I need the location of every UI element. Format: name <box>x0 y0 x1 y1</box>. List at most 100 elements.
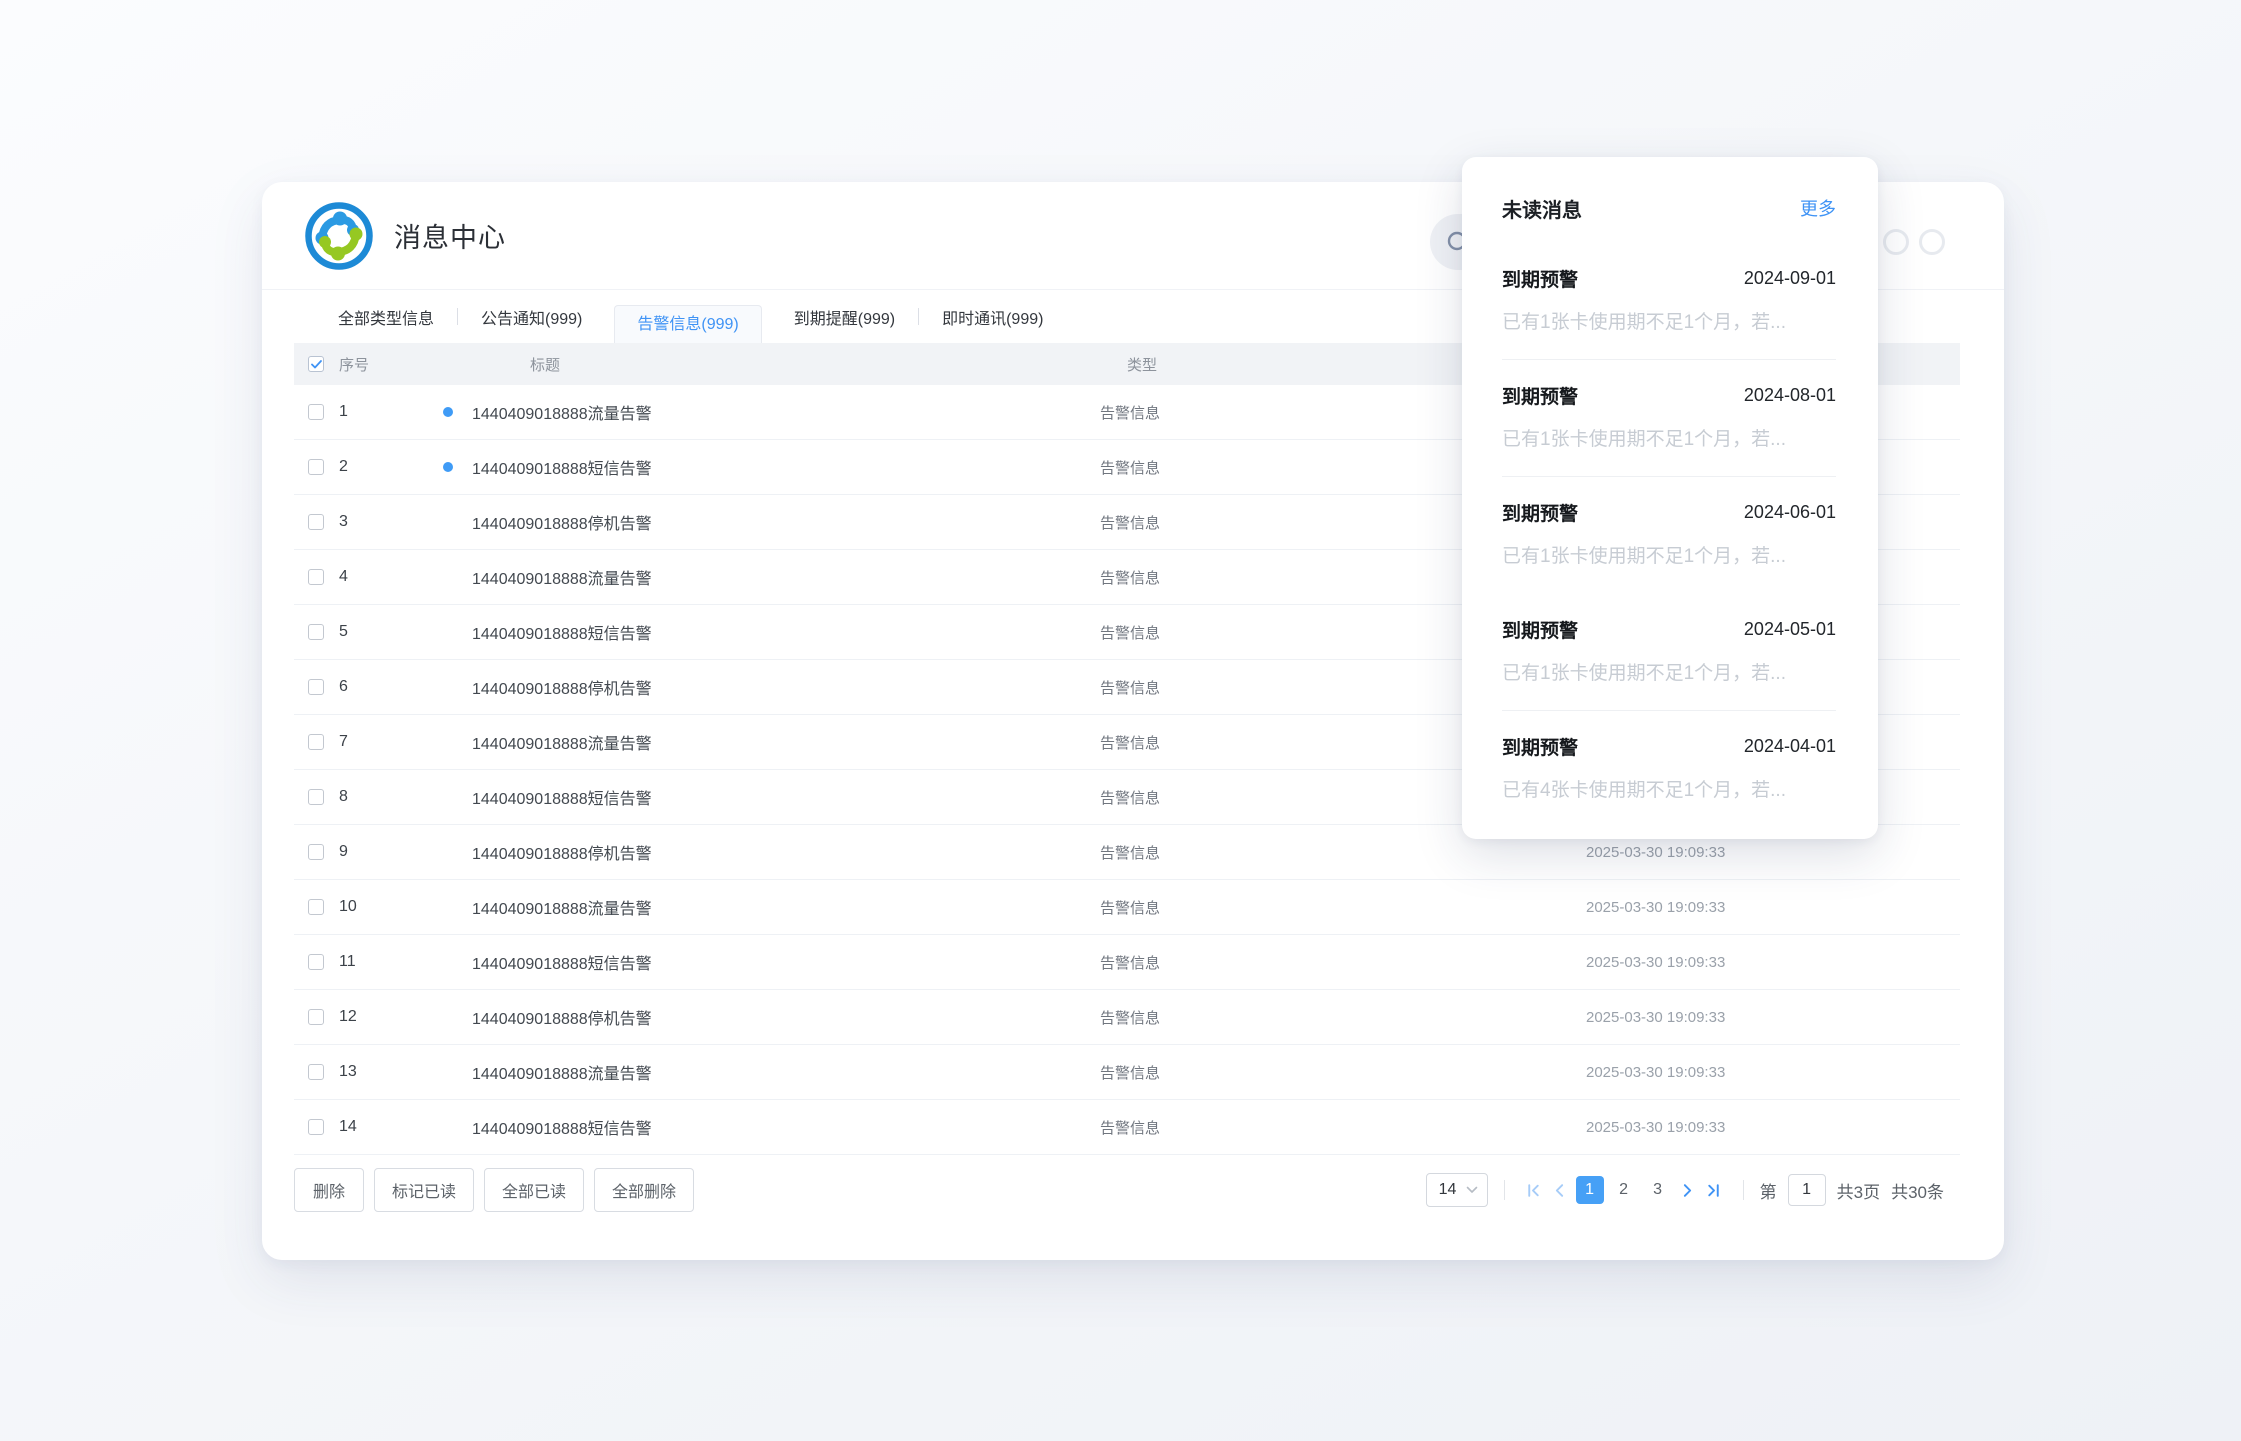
chevron-left-icon <box>1551 1182 1568 1199</box>
chevron-down-icon <box>1466 1186 1478 1194</box>
header-icon-button-1[interactable] <box>1883 229 1909 255</box>
message-title: 1440409018888停机告警 <box>472 675 652 699</box>
message-type: 告警信息 <box>1100 952 1586 973</box>
row-checkbox[interactable] <box>308 844 324 860</box>
message-time: 2025-03-30 19:09:33 <box>1586 1064 1960 1081</box>
message-title: 1440409018888停机告警 <box>472 1005 652 1029</box>
row-checkbox[interactable] <box>308 1009 324 1025</box>
row-checkbox[interactable] <box>308 459 324 475</box>
popup-message-item[interactable]: 到期预警 2024-09-01 已有1张卡使用期不足1个月，若... <box>1502 243 1836 360</box>
message-title: 1440409018888流量告警 <box>472 1060 652 1084</box>
popup-item-title: 到期预警 <box>1502 499 1578 526</box>
desktop-background: 消息中心 全部类型信息 公告通知(999) 告警信息(999) 到期提醒(999… <box>0 0 2241 1441</box>
delete-all-button[interactable]: 全部删除 <box>594 1168 694 1212</box>
pagination: 14 1 2 <box>1426 1173 1944 1207</box>
message-title: 1440409018888停机告警 <box>472 840 652 864</box>
prev-page-button[interactable] <box>1547 1176 1573 1204</box>
message-type: 告警信息 <box>1100 1062 1586 1083</box>
tab-instant-messages[interactable]: 即时通讯(999) <box>922 305 1063 329</box>
column-header-title: 标题 <box>443 354 1100 375</box>
message-title: 1440409018888短信告警 <box>472 455 652 479</box>
page-size-select[interactable]: 14 <box>1426 1173 1488 1207</box>
page-number-2[interactable]: 2 <box>1610 1176 1638 1204</box>
delete-button[interactable]: 删除 <box>294 1168 364 1212</box>
message-type: 告警信息 <box>1100 842 1586 863</box>
tab-all-types[interactable]: 全部类型信息 <box>318 305 454 329</box>
tab-announcements[interactable]: 公告通知(999) <box>461 305 602 329</box>
first-page-button[interactable] <box>1521 1176 1547 1204</box>
first-page-icon <box>1525 1182 1542 1199</box>
row-checkbox[interactable] <box>308 734 324 750</box>
row-index: 14 <box>339 1118 357 1136</box>
row-index: 10 <box>339 898 357 916</box>
message-title: 1440409018888短信告警 <box>472 1115 652 1139</box>
page-number-1[interactable]: 1 <box>1576 1176 1604 1204</box>
total-items-label: 共30条 <box>1891 1178 1944 1203</box>
row-index: 8 <box>339 788 348 806</box>
header-icon-button-2[interactable] <box>1919 229 1945 255</box>
message-title: 1440409018888流量告警 <box>472 400 652 424</box>
popup-item-date: 2024-04-01 <box>1744 736 1836 757</box>
row-index: 2 <box>339 458 348 476</box>
more-link[interactable]: 更多 <box>1800 195 1836 221</box>
popup-message-item[interactable]: 到期预警 2024-08-01 已有1张卡使用期不足1个月，若... <box>1502 360 1836 477</box>
popup-item-body: 已有1张卡使用期不足1个月，若... <box>1502 658 1836 685</box>
tab-alarm-messages[interactable]: 告警信息(999) <box>614 305 761 343</box>
row-index: 1 <box>339 403 348 421</box>
message-time: 2025-03-30 19:09:33 <box>1586 1119 1960 1136</box>
popup-item-date: 2024-09-01 <box>1744 268 1836 289</box>
tab-expiry-reminders[interactable]: 到期提醒(999) <box>774 305 915 329</box>
popup-item-title: 到期预警 <box>1502 382 1578 409</box>
jump-page-input[interactable]: 1 <box>1788 1174 1826 1206</box>
last-page-icon <box>1705 1182 1722 1199</box>
message-type: 告警信息 <box>1100 897 1586 918</box>
table-row[interactable]: 10 1440409018888流量告警 告警信息 2025-03-30 19:… <box>294 880 1960 935</box>
popup-item-body: 已有4张卡使用期不足1个月，若... <box>1502 775 1836 802</box>
row-checkbox[interactable] <box>308 404 324 420</box>
select-all-checkbox[interactable] <box>308 356 324 372</box>
popup-item-title: 到期预警 <box>1502 733 1578 760</box>
popup-message-item[interactable]: 到期预警 2024-05-01 已有1张卡使用期不足1个月，若... <box>1502 594 1836 711</box>
unread-messages-popup: 未读消息 更多 到期预警 2024-09-01 已有1张卡使用期不足1个月，若.… <box>1462 157 1878 839</box>
row-checkbox[interactable] <box>308 1119 324 1135</box>
message-title: 1440409018888流量告警 <box>472 730 652 754</box>
row-index: 4 <box>339 568 348 586</box>
message-time: 2025-03-30 19:09:33 <box>1586 1009 1960 1026</box>
row-checkbox[interactable] <box>308 899 324 915</box>
next-page-button[interactable] <box>1675 1176 1701 1204</box>
row-index: 3 <box>339 513 348 531</box>
table-row[interactable]: 11 1440409018888短信告警 告警信息 2025-03-30 19:… <box>294 935 1960 990</box>
popup-message-item[interactable]: 到期预警 2024-06-01 已有1张卡使用期不足1个月，若... <box>1502 477 1836 594</box>
row-index: 9 <box>339 843 348 861</box>
table-row[interactable]: 14 1440409018888短信告警 告警信息 2025-03-30 19:… <box>294 1100 1960 1155</box>
row-index: 13 <box>339 1063 357 1081</box>
row-checkbox[interactable] <box>308 569 324 585</box>
table-row[interactable]: 13 1440409018888流量告警 告警信息 2025-03-30 19:… <box>294 1045 1960 1100</box>
message-time: 2025-03-30 19:09:33 <box>1586 954 1960 971</box>
row-checkbox[interactable] <box>308 789 324 805</box>
row-checkbox[interactable] <box>308 954 324 970</box>
row-checkbox[interactable] <box>308 514 324 530</box>
message-type: 告警信息 <box>1100 1007 1586 1028</box>
message-title: 1440409018888短信告警 <box>472 620 652 644</box>
row-index: 6 <box>339 678 348 696</box>
popup-message-item[interactable]: 到期预警 2024-04-01 已有4张卡使用期不足1个月，若... <box>1502 711 1836 828</box>
row-index: 5 <box>339 623 348 641</box>
page-size-value: 14 <box>1439 1181 1457 1199</box>
table-row[interactable]: 12 1440409018888停机告警 告警信息 2025-03-30 19:… <box>294 990 1960 1045</box>
table-footer: 删除 标记已读 全部已读 全部删除 14 <box>294 1168 1944 1212</box>
row-checkbox[interactable] <box>308 1064 324 1080</box>
tab-separator <box>918 308 919 325</box>
row-checkbox[interactable] <box>308 679 324 695</box>
row-checkbox[interactable] <box>308 624 324 640</box>
all-read-button[interactable]: 全部已读 <box>484 1168 584 1212</box>
popup-item-title: 到期预警 <box>1502 616 1578 643</box>
page-number-3[interactable]: 3 <box>1644 1176 1672 1204</box>
row-index: 11 <box>339 953 356 971</box>
message-title: 1440409018888流量告警 <box>472 565 652 589</box>
last-page-button[interactable] <box>1701 1176 1727 1204</box>
unread-dot-icon <box>443 407 453 417</box>
message-title: 1440409018888短信告警 <box>472 785 652 809</box>
mark-read-button[interactable]: 标记已读 <box>374 1168 474 1212</box>
column-header-index: 序号 <box>339 354 369 375</box>
